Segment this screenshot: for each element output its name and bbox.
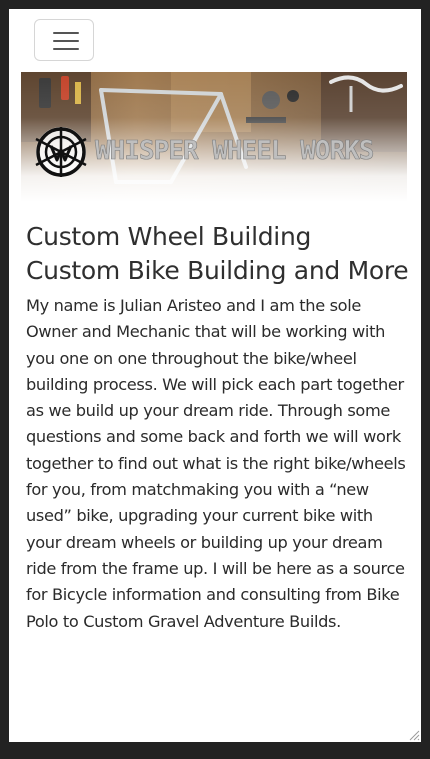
navbar-toggle-button[interactable]	[34, 19, 94, 61]
resize-grip-icon[interactable]	[408, 729, 420, 741]
hero-banner: WHISPER WHEEL WORKS	[21, 72, 407, 202]
wheel-logo-icon	[35, 127, 87, 177]
page-title: Custom Wheel Building	[26, 222, 312, 251]
page-viewport: WHISPER WHEEL WORKS Custom Wheel Buildin…	[9, 9, 421, 742]
hamburger-menu-icon-bar	[53, 40, 79, 42]
page-subtitle: Custom Bike Building and More	[26, 256, 409, 285]
main-content: Custom Wheel Building Custom Bike Buildi…	[26, 219, 412, 635]
brand-name: WHISPER WHEEL WORKS	[95, 136, 375, 167]
hamburger-menu-icon	[53, 32, 79, 34]
about-paragraph: My name is Julian Aristeo and I am the s…	[26, 296, 406, 631]
hamburger-menu-icon-bar	[53, 48, 79, 50]
